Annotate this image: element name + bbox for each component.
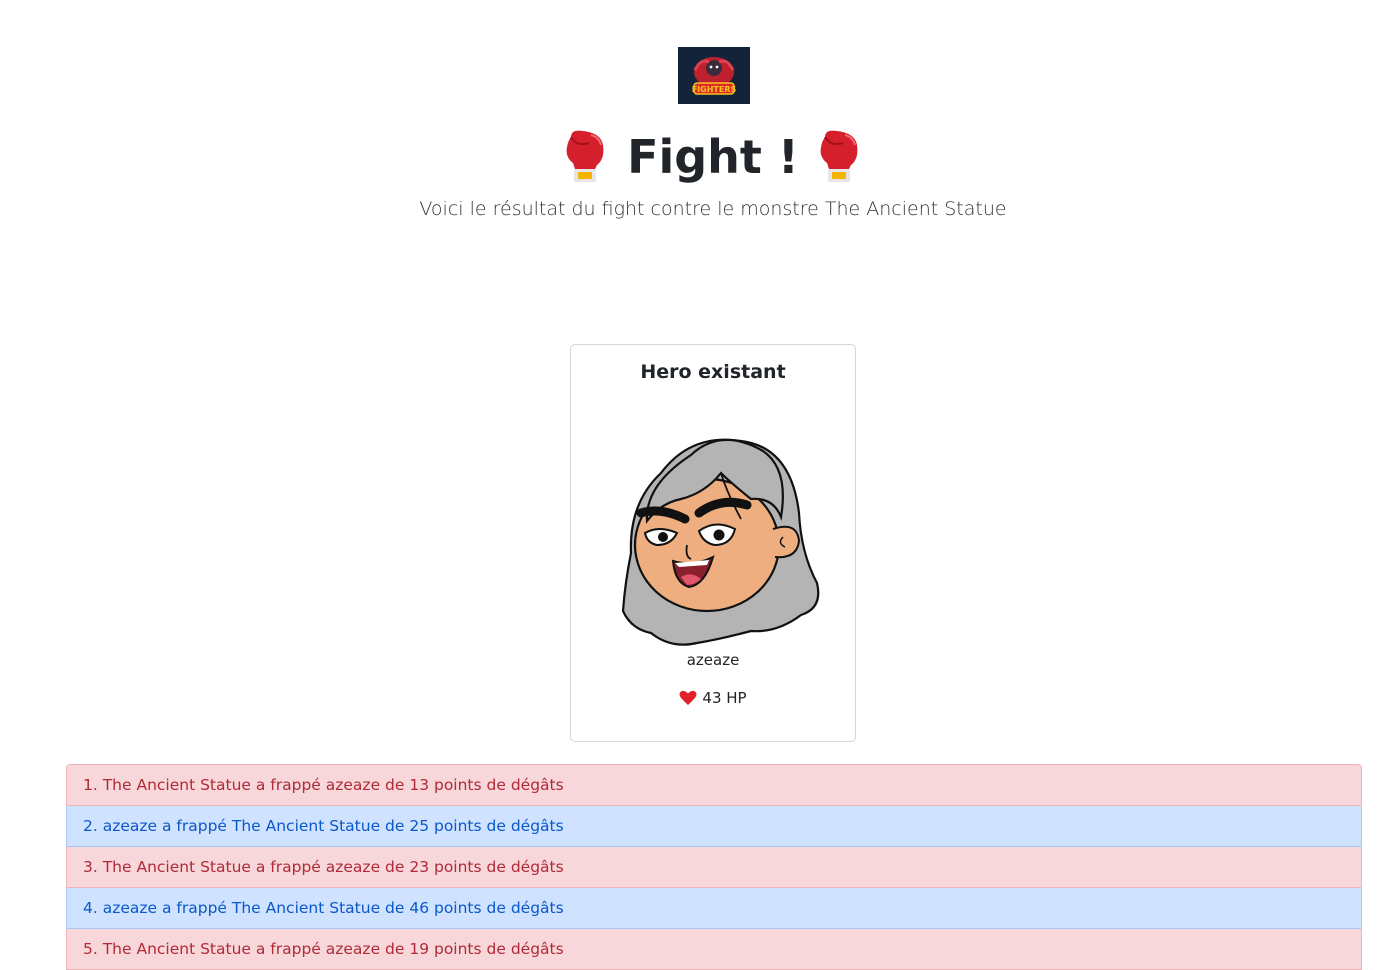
page-title-text: Fight ! — [627, 130, 799, 184]
boxing-glove-icon — [566, 130, 604, 182]
hero-card: Hero existant azeaze 43 HP — [570, 344, 856, 742]
fight-subtitle: Voici le résultat du fight contre le mon… — [419, 198, 1007, 220]
fight-page: FIGHTERS Fight ! Voici le résultat du fi… — [0, 0, 1398, 970]
fight-log-item: 4. azeaze a frappé The Ancient Statue de… — [66, 888, 1362, 929]
fight-log: 1. The Ancient Statue a frappé azeaze de… — [66, 764, 1362, 970]
fight-log-item: 2. azeaze a frappé The Ancient Statue de… — [66, 806, 1362, 847]
heart-icon — [679, 690, 697, 705]
hero-hp-text: 43 HP — [702, 689, 747, 707]
fighters-logo[interactable]: FIGHTERS — [678, 47, 750, 104]
hero-avatar — [621, 438, 820, 646]
fight-log-item: 1. The Ancient Statue a frappé azeaze de… — [66, 764, 1362, 806]
boxing-glove-icon — [820, 130, 858, 182]
hero-card-title: Hero existant — [640, 361, 786, 383]
hero-hp: 43 HP — [571, 689, 855, 707]
svg-text:FIGHTERS: FIGHTERS — [692, 85, 737, 94]
page-title: Fight ! — [0, 124, 1398, 190]
fight-log-item: 5. The Ancient Statue a frappé azeaze de… — [66, 929, 1362, 970]
hero-name: azeaze — [686, 651, 740, 669]
fight-log-item: 3. The Ancient Statue a frappé azeaze de… — [66, 847, 1362, 888]
fighters-logo-icon: FIGHTERS — [692, 56, 737, 95]
